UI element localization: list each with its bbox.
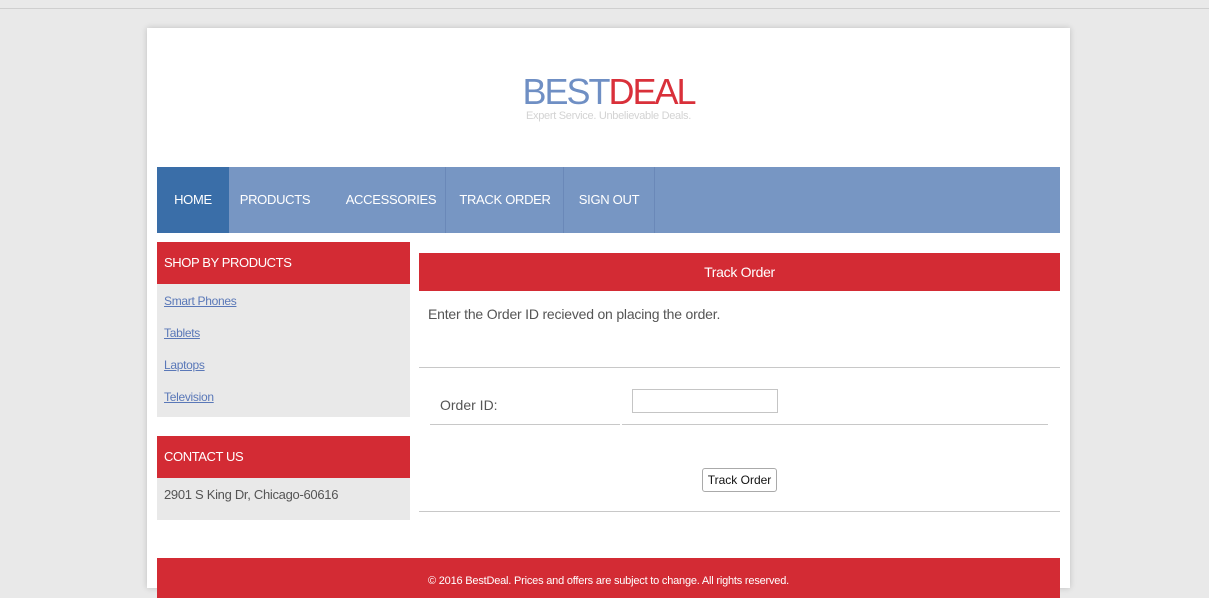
- contact-us-panel: 2901 S King Dr, Chicago-60616: [157, 478, 410, 520]
- nav-item-products[interactable]: PRODUCTS: [237, 167, 313, 233]
- divider: [430, 424, 620, 425]
- divider: [419, 511, 1060, 512]
- browser-top-border: [0, 8, 1209, 9]
- track-order-heading: Track Order: [419, 253, 1060, 291]
- track-order-button[interactable]: Track Order: [702, 468, 777, 492]
- sidebar-link-television[interactable]: Television: [164, 389, 410, 421]
- sidebar-link-laptops[interactable]: Laptops: [164, 357, 410, 389]
- site-footer: © 2016 BestDeal. Prices and offers are s…: [157, 558, 1060, 598]
- site-logo[interactable]: BESTDEAL: [147, 72, 1070, 112]
- contact-us-heading: CONTACT US: [157, 436, 410, 478]
- nav-item-track-order[interactable]: TRACK ORDER: [446, 167, 564, 233]
- divider: [419, 367, 1060, 368]
- order-id-input[interactable]: [632, 389, 778, 413]
- site-header: BESTDEAL Expert Service. Unbelievable De…: [147, 72, 1070, 123]
- track-order-instructions: Enter the Order ID recieved on placing t…: [428, 306, 721, 322]
- nav-divider: [654, 167, 655, 233]
- sidebar-link-tablets[interactable]: Tablets: [164, 325, 410, 357]
- site-tagline: Expert Service. Unbelievable Deals.: [526, 110, 691, 122]
- shop-by-products-heading: SHOP BY PRODUCTS: [157, 242, 410, 284]
- page-container: BESTDEAL Expert Service. Unbelievable De…: [147, 28, 1070, 598]
- order-id-label: Order ID:: [440, 397, 498, 413]
- sidebar-link-smart-phones[interactable]: Smart Phones: [164, 293, 410, 325]
- nav-item-sign-out[interactable]: SIGN OUT: [564, 167, 654, 233]
- nav-item-home[interactable]: HOME: [157, 167, 229, 233]
- main-nav: HOME PRODUCTS ACCESSORIES TRACK ORDER SI…: [157, 167, 1060, 233]
- nav-item-accessories[interactable]: ACCESSORIES: [339, 167, 443, 233]
- divider: [622, 424, 1048, 425]
- shop-by-products-panel: Smart Phones Tablets Laptops Television: [157, 284, 410, 417]
- contact-address: 2901 S King Dr, Chicago-60616: [164, 487, 339, 502]
